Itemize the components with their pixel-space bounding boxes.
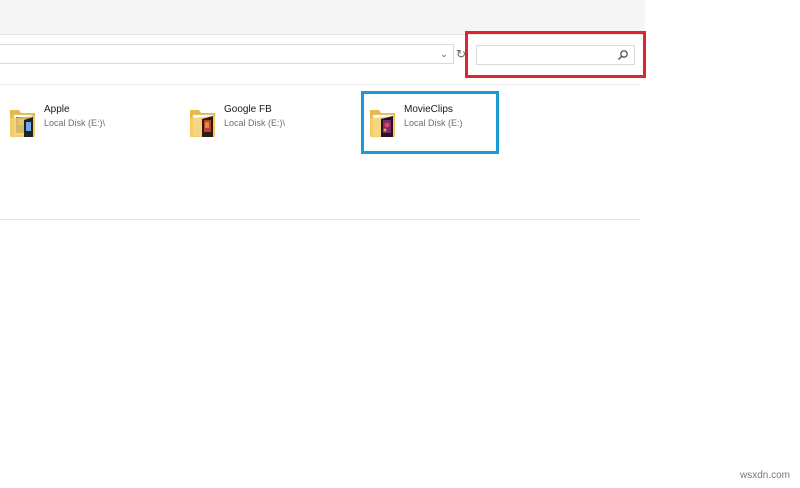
folder-location: Local Disk (E:) bbox=[404, 118, 463, 128]
folder-name: MovieClips bbox=[404, 104, 453, 115]
chevron-down-icon[interactable]: ⌄ bbox=[439, 48, 449, 60]
folder-icon bbox=[10, 110, 35, 137]
divider bbox=[0, 219, 640, 220]
folder-item-apple[interactable]: Apple Local Disk (E:)\ bbox=[9, 96, 179, 146]
folder-location: Local Disk (E:)\ bbox=[44, 118, 106, 128]
folder-item-movieclips[interactable]: MovieClips Local Disk (E:) bbox=[369, 96, 539, 146]
address-bar[interactable]: ⌄ bbox=[0, 44, 454, 64]
folder-location: Local Disk (E:)\ bbox=[224, 118, 286, 128]
search-input[interactable] bbox=[480, 47, 610, 63]
folder-name: Apple bbox=[44, 104, 70, 115]
refresh-icon[interactable]: ↻ bbox=[455, 46, 467, 62]
search-icon[interactable] bbox=[617, 49, 629, 61]
file-explorer-window: ⌄ ↻ Apple Local Disk (E:)\ Google FB Loc… bbox=[0, 0, 646, 488]
folder-icon bbox=[190, 110, 215, 137]
search-box[interactable] bbox=[476, 45, 635, 65]
ribbon-area bbox=[0, 0, 645, 35]
divider bbox=[0, 84, 640, 85]
folder-item-google-fb[interactable]: Google FB Local Disk (E:)\ bbox=[189, 96, 359, 146]
folder-name: Google FB bbox=[224, 104, 272, 115]
folder-icon bbox=[370, 110, 395, 137]
watermark: wsxdn.com bbox=[739, 470, 790, 481]
